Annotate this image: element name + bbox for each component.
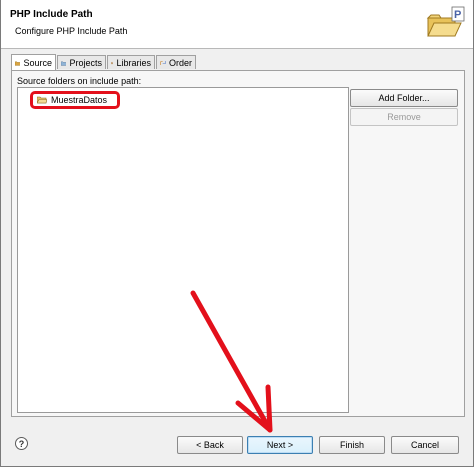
php-include-path-dialog: PHP Include Path Configure PHP Include P…	[0, 0, 474, 467]
dialog-subtitle: Configure PHP Include Path	[15, 26, 128, 36]
dialog-title: PHP Include Path	[10, 9, 93, 20]
tab-projects[interactable]: Projects	[57, 55, 106, 69]
folder-icon	[37, 96, 47, 104]
help-icon[interactable]: ?	[15, 437, 28, 450]
tab-source[interactable]: Source	[11, 54, 56, 70]
tab-label: Projects	[69, 57, 102, 68]
source-icon	[15, 61, 21, 66]
libraries-icon	[111, 61, 114, 64]
svg-text:P: P	[454, 9, 461, 21]
tab-order[interactable]: Order	[156, 55, 196, 69]
source-folder-tree[interactable]: MuestraDatos	[17, 87, 349, 413]
source-panel: Source folders on include path: MuestraD…	[11, 70, 465, 417]
tree-item-muestradatos[interactable]: MuestraDatos	[30, 91, 120, 109]
tab-label: Order	[168, 57, 192, 68]
tab-label: Source	[23, 57, 52, 68]
back-button[interactable]: < Back	[177, 436, 243, 454]
tab-label: Libraries	[116, 57, 151, 68]
cancel-button[interactable]: Cancel	[391, 436, 459, 454]
finish-button[interactable]: Finish	[319, 436, 385, 454]
add-folder-button[interactable]: Add Folder...	[350, 89, 458, 107]
dialog-header: PHP Include Path Configure PHP Include P…	[1, 0, 473, 49]
source-folders-label: Source folders on include path:	[17, 76, 142, 86]
tab-libraries[interactable]: Libraries	[107, 55, 155, 69]
folder-php-icon: P	[426, 6, 465, 37]
next-button[interactable]: Next >	[247, 436, 313, 454]
projects-icon	[61, 61, 67, 66]
order-icon	[160, 60, 166, 65]
remove-button[interactable]: Remove	[350, 108, 458, 126]
tree-item-label: MuestraDatos	[51, 95, 108, 105]
